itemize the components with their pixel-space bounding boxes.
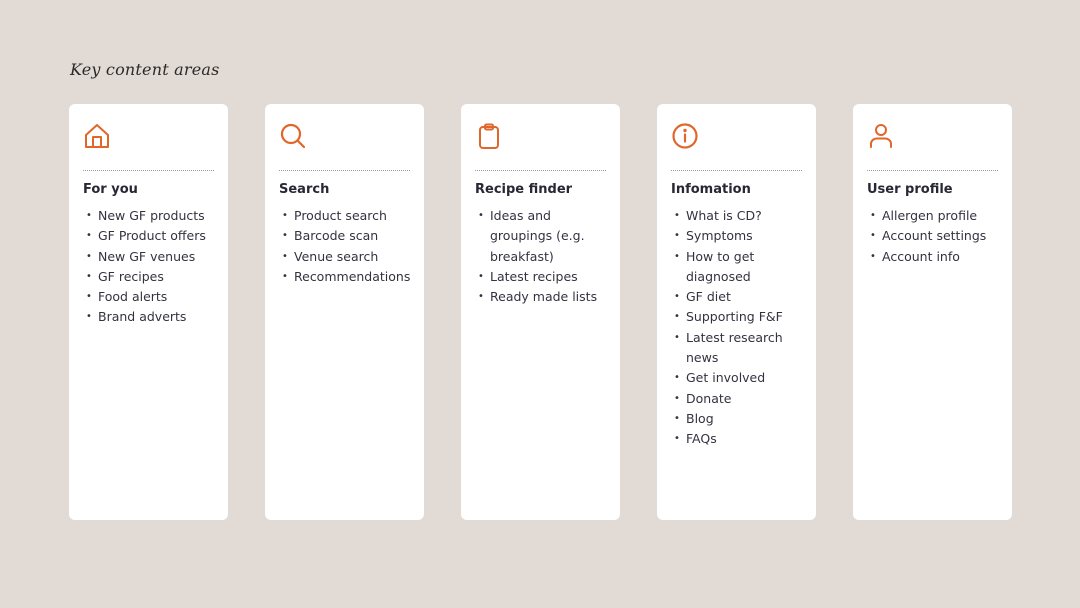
item-list: New GF products GF Product offers New GF… — [83, 206, 214, 328]
list-item: Account settings — [867, 226, 998, 247]
list-item: GF Product offers — [83, 226, 214, 247]
list-item: Recommendations — [279, 267, 410, 288]
list-item: Symptoms — [671, 226, 802, 247]
content-area-cards: For you New GF products GF Product offer… — [69, 104, 1012, 520]
list-item: Brand adverts — [83, 307, 214, 328]
list-item: Ready made lists — [475, 287, 606, 308]
page-title: Key content areas — [70, 60, 220, 79]
list-item: Barcode scan — [279, 226, 410, 247]
card-title: Infomation — [671, 182, 751, 197]
list-item: GF recipes — [83, 267, 214, 288]
list-item: Ideas and groupings (e.g. breakfast) — [475, 206, 606, 267]
list-item: How to get diagnosed — [671, 247, 802, 288]
card-title: Search — [279, 182, 330, 197]
item-list: Product search Barcode scan Venue search… — [279, 206, 410, 287]
list-item: Food alerts — [83, 287, 214, 308]
card-title: For you — [83, 182, 138, 197]
list-item: Allergen profile — [867, 206, 998, 227]
card-recipe-finder: Recipe finder Ideas and groupings (e.g. … — [461, 104, 620, 520]
card-title: Recipe finder — [475, 182, 573, 197]
card-title: User profile — [867, 182, 953, 197]
list-item: New GF venues — [83, 247, 214, 268]
item-list: Allergen profile Account settings Accoun… — [867, 206, 998, 267]
list-item: GF diet — [671, 287, 802, 308]
search-icon — [279, 122, 307, 150]
card-information: Infomation What is CD? Symptoms How to g… — [657, 104, 816, 520]
list-item: Donate — [671, 389, 802, 410]
card-for-you: For you New GF products GF Product offer… — [69, 104, 228, 520]
dotted-divider — [475, 170, 606, 171]
list-item: Get involved — [671, 368, 802, 389]
list-item: What is CD? — [671, 206, 802, 227]
list-item: Account info — [867, 247, 998, 268]
user-icon — [867, 122, 895, 150]
list-item: FAQs — [671, 429, 802, 450]
clipboard-icon — [475, 122, 503, 150]
list-item: New GF products — [83, 206, 214, 227]
dotted-divider — [83, 170, 214, 171]
item-list: What is CD? Symptoms How to get diagnose… — [671, 206, 802, 450]
item-list: Ideas and groupings (e.g. breakfast) Lat… — [475, 206, 606, 308]
card-user-profile: User profile Allergen profile Account se… — [853, 104, 1012, 520]
home-icon — [83, 122, 111, 150]
list-item: Latest recipes — [475, 267, 606, 288]
list-item: Blog — [671, 409, 802, 430]
list-item: Latest research news — [671, 328, 802, 369]
card-search: Search Product search Barcode scan Venue… — [265, 104, 424, 520]
dotted-divider — [867, 170, 998, 171]
dotted-divider — [671, 170, 802, 171]
list-item: Venue search — [279, 247, 410, 268]
list-item: Product search — [279, 206, 410, 227]
dotted-divider — [279, 170, 410, 171]
list-item: Supporting F&F — [671, 307, 802, 328]
info-icon — [671, 122, 699, 150]
